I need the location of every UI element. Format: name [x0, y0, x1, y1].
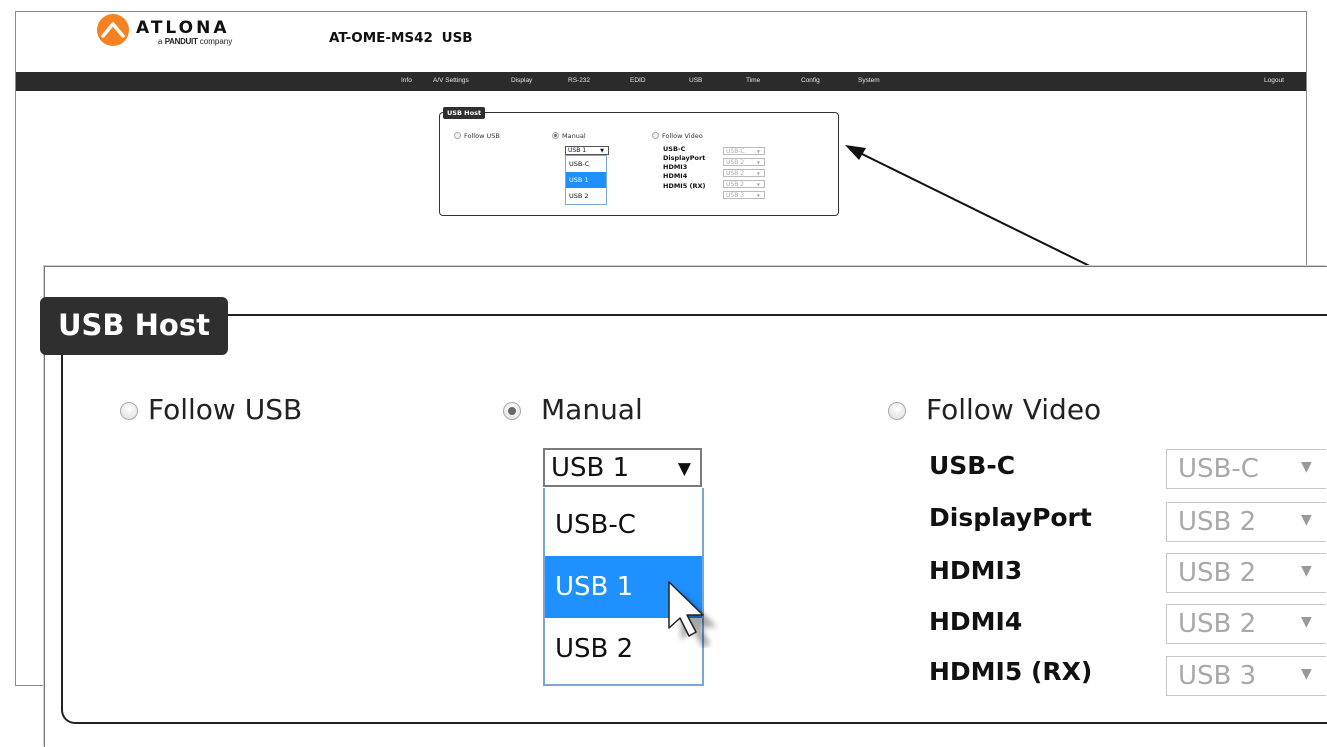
manual-radio[interactable] — [503, 402, 521, 420]
manual-usb-select-value: USB 1 — [551, 453, 630, 483]
hdmi5-label: HDMI5 (RX) — [929, 657, 1093, 686]
manual-label[interactable]: Manual — [541, 393, 643, 426]
follow-usb-label[interactable]: Follow USB — [148, 393, 302, 426]
follow-video-radio[interactable] — [888, 402, 906, 420]
hdmi4-select[interactable]: USB 2 ▼ — [1166, 604, 1326, 644]
displayport-select[interactable]: USB 2 ▼ — [1166, 502, 1326, 542]
hdmi5-select[interactable]: USB 3 ▼ — [1166, 656, 1326, 696]
follow-video-label[interactable]: Follow Video — [926, 393, 1101, 426]
hdmi4-label: HDMI4 — [929, 607, 1023, 636]
displayport-label: DisplayPort — [929, 503, 1092, 532]
dropdown-arrow-icon: ▼ — [1301, 459, 1312, 475]
hdmi3-select[interactable]: USB 2 ▼ — [1166, 553, 1326, 593]
usb-host-legend: USB Host — [40, 297, 228, 355]
follow-usb-radio[interactable] — [120, 402, 138, 420]
dropdown-arrow-icon: ▼ — [677, 459, 691, 479]
dropdown-arrow-icon: ▼ — [1301, 563, 1312, 579]
dropdown-arrow-icon: ▼ — [1301, 614, 1312, 630]
usb-c-select[interactable]: USB-C ▼ — [1166, 449, 1326, 489]
dropdown-arrow-icon: ▼ — [1301, 666, 1312, 682]
usb-c-label: USB-C — [929, 451, 1016, 480]
dropdown-option-usb-c[interactable]: USB-C — [545, 494, 702, 556]
manual-usb-select[interactable]: USB 1 ▼ — [543, 448, 702, 487]
mouse-pointer-icon — [668, 581, 717, 648]
hdmi3-label: HDMI3 — [929, 556, 1023, 585]
dropdown-arrow-icon: ▼ — [1301, 512, 1312, 528]
